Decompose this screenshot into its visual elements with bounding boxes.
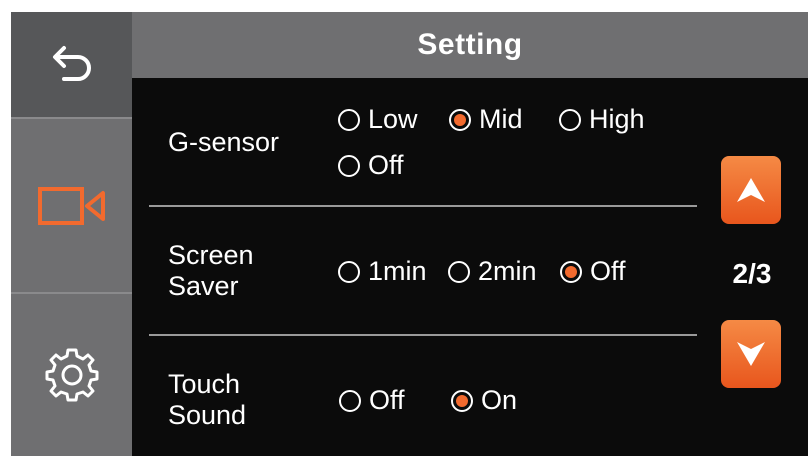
screen-saver-label-line2: Saver: [168, 271, 239, 301]
touch-sound-label-line2: Sound: [168, 400, 247, 430]
gsensor-option-mid[interactable]: Mid: [449, 104, 523, 135]
radio-unchecked-icon: [338, 260, 360, 283]
option-label: Low: [368, 104, 418, 134]
row-divider: [149, 334, 697, 336]
screen-saver-option-off[interactable]: Off: [560, 256, 626, 287]
gsensor-option-off[interactable]: Off: [338, 150, 404, 181]
gsensor-option-low[interactable]: Low: [338, 104, 418, 135]
screen-saver-option-2min[interactable]: 2min: [448, 256, 537, 287]
option-label: Mid: [479, 104, 523, 134]
option-label: Off: [368, 150, 404, 180]
video-camera-icon: [37, 186, 105, 225]
screen-saver-label-line1: Screen: [168, 240, 254, 270]
touch-sound-label-line1: Touch: [168, 369, 241, 399]
radio-unchecked-icon: [338, 154, 360, 177]
touch-sound-label: Touch Sound: [168, 369, 246, 431]
page-up-button[interactable]: [721, 156, 781, 224]
back-arrow-icon: [52, 45, 91, 81]
option-label: 1min: [368, 256, 427, 286]
page-down-button[interactable]: [721, 320, 781, 388]
arrow-down-icon: [737, 342, 765, 366]
touch-sound-option-off[interactable]: Off: [339, 385, 405, 416]
screen-saver-option-1min[interactable]: 1min: [338, 256, 427, 287]
header-bar: Setting: [132, 12, 808, 78]
touch-sound-option-on[interactable]: On: [451, 385, 517, 416]
radio-unchecked-icon: [559, 108, 581, 131]
radio-checked-icon: [560, 260, 582, 283]
radio-unchecked-icon: [448, 260, 470, 283]
gear-icon: [45, 348, 98, 402]
back-button[interactable]: [11, 12, 132, 117]
option-label: On: [481, 385, 518, 415]
gsensor-label: G-sensor: [168, 127, 280, 157]
option-label: High: [589, 104, 645, 134]
option-label: Off: [590, 256, 626, 286]
row-divider: [149, 205, 697, 207]
option-label: Off: [369, 385, 405, 415]
sidebar: [11, 12, 132, 456]
radio-unchecked-icon: [339, 389, 361, 412]
page-title: Setting: [417, 28, 523, 61]
radio-checked-icon: [449, 108, 471, 131]
arrow-up-icon: [737, 178, 765, 202]
screen-saver-label: Screen Saver: [168, 240, 254, 302]
option-label: 2min: [478, 256, 537, 286]
page-indicator: 2/3: [732, 258, 772, 289]
radio-checked-icon: [451, 389, 473, 412]
record-button[interactable]: [11, 119, 132, 292]
settings-button[interactable]: [11, 294, 132, 456]
gsensor-option-high[interactable]: High: [559, 104, 645, 135]
radio-unchecked-icon: [338, 108, 360, 131]
settings-screen: Setting G-sensor Low Mid High Off Screen…: [11, 12, 808, 456]
